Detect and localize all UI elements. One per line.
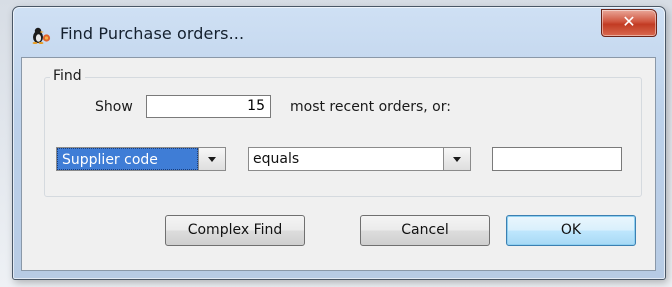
desktop-background: Find Purchase orders... ✕ Find Show 15 m… <box>0 0 672 287</box>
recent-orders-label: most recent orders, or: <box>290 99 451 115</box>
title-bar[interactable]: Find Purchase orders... ✕ <box>13 7 665 57</box>
cancel-button[interactable]: Cancel <box>360 215 490 246</box>
show-label: Show <box>95 99 133 115</box>
find-group-label: Find <box>50 68 85 84</box>
close-button[interactable]: ✕ <box>601 9 657 37</box>
find-purchase-orders-dialog: Find Purchase orders... ✕ Find Show 15 m… <box>12 6 666 280</box>
field-dropdown[interactable]: Supplier code <box>56 147 226 171</box>
search-value-input[interactable] <box>492 147 622 171</box>
recent-count-input[interactable]: 15 <box>146 95 271 118</box>
find-groupbox <box>44 77 642 197</box>
penguin-app-icon <box>32 27 51 44</box>
chevron-down-icon[interactable] <box>443 148 470 170</box>
operator-dropdown-value: equals <box>253 151 300 167</box>
chevron-down-icon[interactable] <box>198 148 225 170</box>
ok-button[interactable]: OK <box>506 215 636 246</box>
dialog-client-area: Find Show 15 most recent orders, or: Sup… <box>21 57 656 271</box>
dialog-title: Find Purchase orders... <box>60 24 245 43</box>
operator-dropdown[interactable]: equals <box>248 147 471 171</box>
close-icon: ✕ <box>622 12 636 31</box>
complex-find-button[interactable]: Complex Find <box>165 215 305 246</box>
field-dropdown-value: Supplier code <box>57 148 198 170</box>
